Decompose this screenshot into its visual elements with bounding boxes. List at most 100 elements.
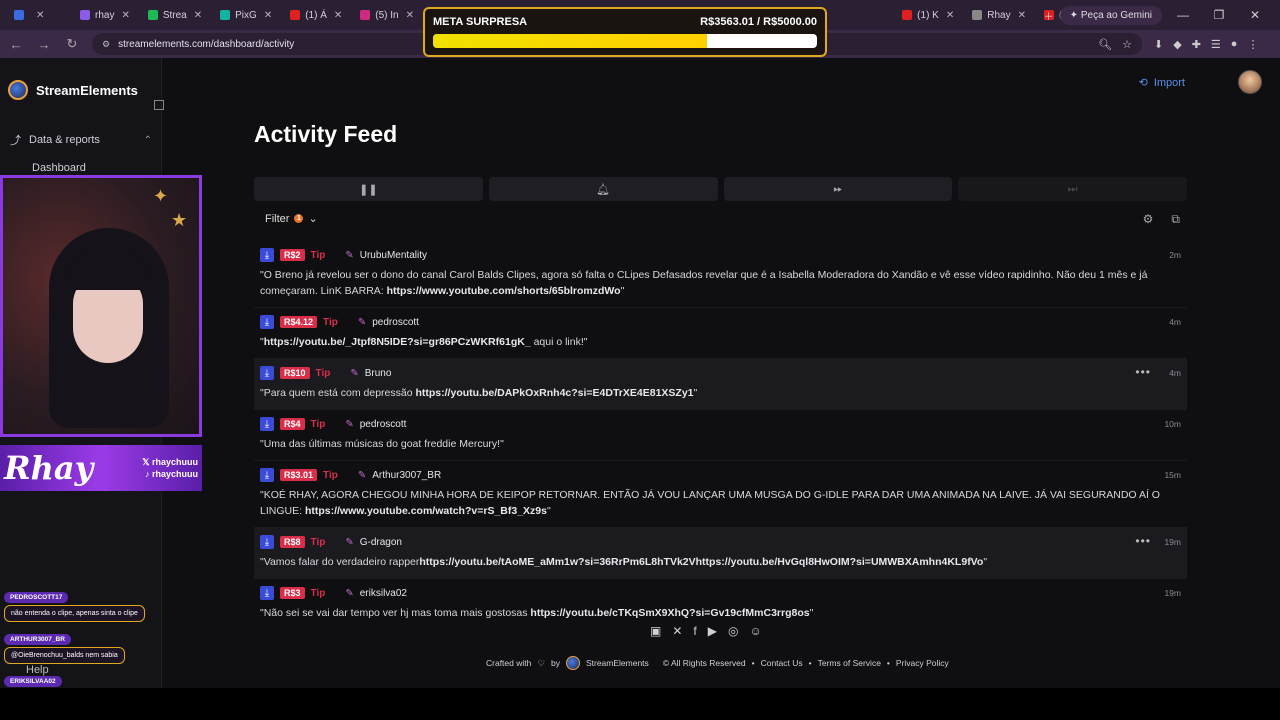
close-tab-icon[interactable]: ✕ (406, 10, 414, 21)
browser-tab[interactable]: (1) K ✕ (894, 2, 962, 28)
mute-alerts-button[interactable]: 🔔︎ (488, 177, 718, 201)
zoom-icon[interactable]: 🔍︎ (1098, 38, 1112, 51)
discord-icon[interactable]: ☺ (749, 624, 761, 638)
activity-item[interactable]: ⤓ R$10 Tip ✎ Bruno ••• 4m "Para quem est… (254, 359, 1187, 410)
bullet: • (886, 658, 890, 668)
download-icon: ⤓ (260, 248, 274, 262)
skip-alert-button[interactable]: ⏩︎ (723, 177, 953, 201)
activity-item[interactable]: ⤓ R$4 Tip ✎ pedroscott 10m "Uma das últi… (254, 410, 1187, 461)
twitch-icon[interactable]: ▣ (650, 624, 661, 638)
maximize-icon[interactable]: ❐ (1204, 8, 1234, 22)
tip-amount: R$3 (280, 587, 305, 599)
privacy-link[interactable]: Privacy Policy (896, 658, 949, 668)
close-tab-icon[interactable]: ✕ (264, 10, 272, 21)
activity-type: Tip (323, 469, 338, 481)
instagram-icon[interactable]: ◎ (728, 624, 738, 638)
bookmark-star-icon[interactable]: ☆ (1122, 38, 1132, 51)
activity-item[interactable]: ⤓ R$8 Tip ✎ G-dragon ••• 19m "Vamos fala… (254, 528, 1187, 579)
message-link[interactable]: https://youtu.be/DAPkOxRnh4c?si=E4DTrXE4… (415, 387, 693, 399)
activity-item[interactable]: ⤓ R$2 Tip ✎ UrubuMentality 2m "O Breno j… (254, 241, 1187, 308)
username[interactable]: G-dragon (360, 537, 402, 548)
browser-window-controls: ＋ ✦ Peça ao Gemini — ❐ ✕ (1044, 0, 1280, 30)
pen-icon: ✎ (345, 418, 354, 430)
username[interactable]: pedroscott (360, 419, 407, 430)
close-tab-icon[interactable]: ✕ (1018, 10, 1026, 21)
username[interactable]: UrubuMentality (360, 250, 427, 261)
timestamp: 15m (1164, 470, 1181, 480)
browser-tab[interactable]: PixG ✕ (212, 2, 280, 28)
tab-label: Rhay (987, 9, 1011, 21)
filter-count-badge: 1 (294, 214, 304, 223)
close-tab-icon[interactable]: ✕ (121, 10, 129, 21)
username[interactable]: Arthur3007_BR (372, 470, 441, 481)
browser-tab[interactable]: (5) In ✕ (352, 2, 422, 28)
download-icon[interactable]: ⬇ (1154, 38, 1163, 51)
activity-type: Tip (315, 367, 331, 379)
popout-icon[interactable]: ⧉ (1171, 212, 1180, 227)
facebook-icon[interactable]: f (693, 624, 696, 638)
back-icon[interactable]: ← (8, 37, 24, 52)
close-window-icon[interactable]: ✕ (1240, 8, 1270, 22)
filter-button[interactable]: Filter 1 ⌄ (265, 212, 318, 226)
activity-item[interactable]: ⤓ R$3 Tip ✎ eriksilva02 19m "Não sei se … (254, 579, 1187, 621)
sidebar-item-data-reports[interactable]: ⤴ Data & reports ⌃ (10, 132, 152, 148)
message-link[interactable]: https://youtu.be/cTKqSmX9XhQ?si=Gv19cfMm… (530, 607, 809, 619)
import-button[interactable]: ⟲ Import (1139, 76, 1185, 90)
activity-type: Tip (310, 418, 326, 430)
username[interactable]: pedroscott (372, 317, 419, 328)
tab-label: (1) K (917, 9, 939, 21)
skip-next-icon: ⏭︎ (1067, 182, 1078, 195)
message-link[interactable]: https://youtu.be/tAoME_aMm1w?si=36RrPm6L… (419, 556, 983, 568)
close-tab-icon[interactable]: ✕ (36, 10, 44, 21)
brand-name: StreamElements (36, 82, 138, 98)
menu-icon[interactable]: ⋮ (1247, 38, 1258, 51)
message-link[interactable]: https://www.youtube.com/shorts/65blromzd… (387, 285, 621, 297)
browser-tab[interactable]: (1) Á ✕ (282, 2, 350, 28)
download-icon: ⤓ (260, 417, 274, 431)
x-icon[interactable]: ✕ (672, 624, 682, 638)
settings-gear-icon[interactable]: ⚙ (1143, 212, 1154, 227)
site-info-icon[interactable]: ⚙ (102, 39, 110, 50)
activity-item[interactable]: ⤓ R$3.01 Tip ✎ Arthur3007_BR 15m "KOÉ RH… (254, 461, 1187, 528)
new-tab-icon[interactable]: ＋ (1044, 8, 1054, 23)
sidebar-item-label: Data & reports (29, 134, 100, 146)
gemini-button[interactable]: ✦ Peça ao Gemini (1059, 5, 1162, 25)
sidebar-item-dashboard[interactable]: Dashboard (32, 162, 86, 174)
user-avatar[interactable] (1238, 70, 1262, 94)
reload-icon[interactable]: ↻ (64, 36, 80, 52)
close-tab-icon[interactable]: ✕ (334, 10, 342, 21)
activity-type: Tip (323, 316, 338, 328)
browser-tab[interactable]: Strea ✕ (140, 2, 210, 28)
sidebar-item-help[interactable]: Help (26, 664, 49, 676)
pen-icon: ✎ (350, 367, 359, 379)
close-tab-icon[interactable]: ✕ (946, 10, 954, 21)
extension-icon[interactable]: ◆ (1173, 38, 1181, 51)
username[interactable]: eriksilva02 (360, 588, 407, 599)
browser-tab[interactable]: ✕ (6, 2, 70, 28)
browser-tab[interactable]: Rhay ✕ (964, 2, 1034, 28)
more-options-icon[interactable]: ••• (1135, 365, 1151, 379)
close-tab-icon[interactable]: ✕ (194, 10, 202, 21)
tab-label: (5) In (375, 9, 399, 21)
tab-search-icon[interactable]: ☰ (1211, 38, 1221, 51)
brand[interactable]: StreamElements (8, 80, 138, 100)
minimize-icon[interactable]: — (1168, 8, 1198, 22)
terms-link[interactable]: Terms of Service (818, 658, 881, 668)
username[interactable]: Bruno (365, 368, 392, 379)
tab-label: Strea (162, 9, 187, 21)
contact-link[interactable]: Contact Us (761, 658, 803, 668)
browser-tab[interactable]: rhay ✕ (72, 2, 138, 28)
more-options-icon[interactable]: ••• (1135, 534, 1151, 548)
chat-message: ARTHUR3007_BR @OieBrenochuu_balds nem sab… (4, 634, 125, 664)
skip-next-button[interactable]: ⏭︎ (958, 177, 1187, 201)
message-link[interactable]: https://www.youtube.com/watch?v=rS_Bf3_X… (305, 505, 547, 517)
forward-icon[interactable]: → (36, 37, 52, 52)
youtube-icon[interactable]: ▶ (708, 624, 717, 638)
feed-tools: ⚙ ⧉ (1143, 212, 1180, 227)
puzzle-icon[interactable]: ✚ (1192, 38, 1201, 51)
timestamp: 4m (1169, 317, 1181, 327)
pause-button[interactable]: ❚❚ (254, 177, 483, 201)
activity-item[interactable]: ⤓ R$4.12 Tip ✎ pedroscott 4m "https://yo… (254, 308, 1187, 359)
message-link[interactable]: https://youtu.be/_Jtpf8N5IDE?si=gr86PCzW… (264, 336, 531, 348)
profile-icon[interactable]: ● (1231, 38, 1238, 51)
